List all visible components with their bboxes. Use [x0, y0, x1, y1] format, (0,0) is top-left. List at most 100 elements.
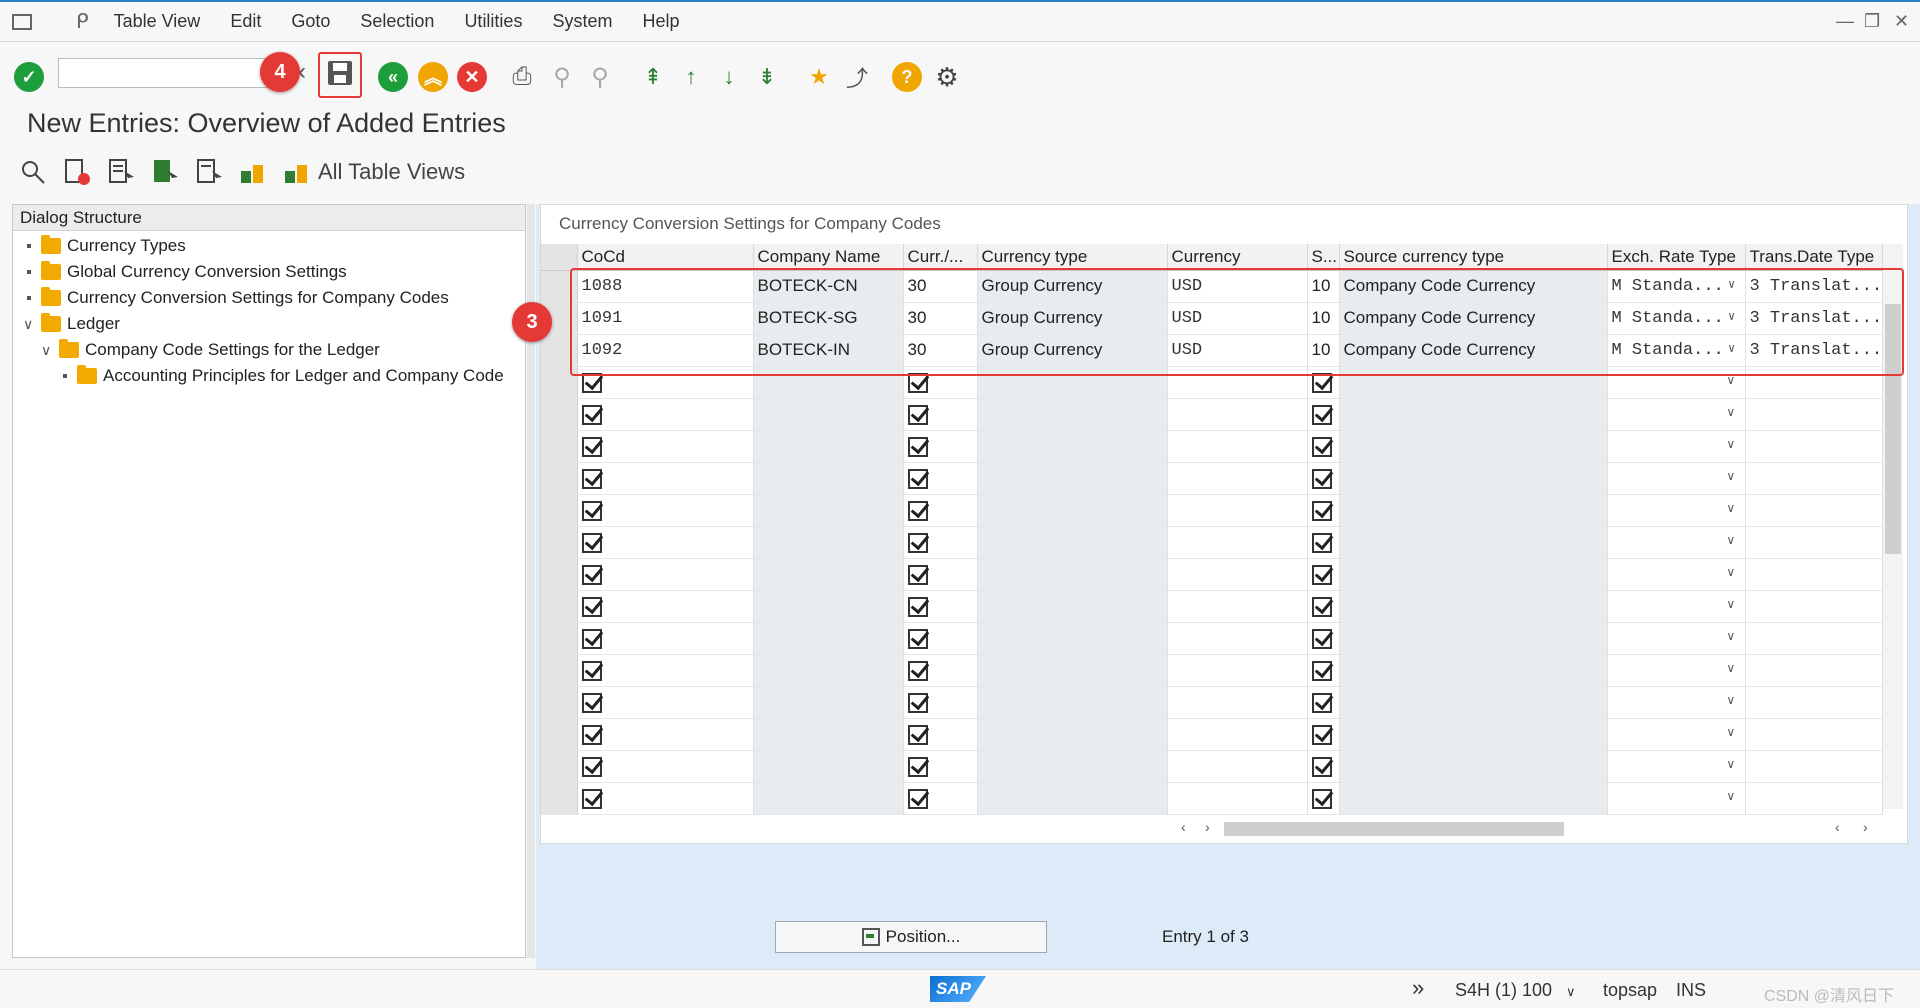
- menu-table-view[interactable]: Table View: [114, 11, 201, 32]
- table-cell[interactable]: Group Currency: [977, 334, 1168, 367]
- column-header-s[interactable]: S...: [1307, 244, 1340, 271]
- empty-cell[interactable]: [753, 750, 904, 783]
- settings-button[interactable]: ⚙: [930, 60, 964, 94]
- table-row[interactable]: ∨: [541, 622, 1884, 655]
- empty-cell[interactable]: [1167, 622, 1308, 655]
- table-cell[interactable]: Company Code Currency: [1339, 302, 1608, 335]
- table-cell[interactable]: M Standa... ∨: [1607, 270, 1746, 303]
- empty-cell[interactable]: ∨: [1607, 622, 1746, 655]
- checkbox-icon[interactable]: [581, 532, 602, 553]
- empty-cell[interactable]: [577, 462, 754, 495]
- empty-cell[interactable]: [1745, 718, 1884, 751]
- empty-cell[interactable]: [903, 782, 978, 815]
- deselect-all-icon[interactable]: [194, 157, 224, 187]
- table-cell[interactable]: 10: [1307, 302, 1340, 335]
- empty-cell[interactable]: [1745, 494, 1884, 527]
- empty-cell[interactable]: [903, 750, 978, 783]
- empty-cell[interactable]: [1745, 590, 1884, 623]
- empty-cell[interactable]: [753, 526, 904, 559]
- chevron-down-icon[interactable]: ∨: [1726, 565, 1739, 579]
- empty-cell[interactable]: [1339, 654, 1608, 687]
- empty-cell[interactable]: [1307, 430, 1340, 463]
- checkbox-icon[interactable]: [1311, 596, 1332, 617]
- table-cell[interactable]: Company Code Currency: [1339, 270, 1608, 303]
- empty-cell[interactable]: ∨: [1607, 430, 1746, 463]
- checkbox-icon[interactable]: [1311, 468, 1332, 489]
- checkbox-icon[interactable]: [907, 660, 928, 681]
- select-block-icon[interactable]: [150, 157, 180, 187]
- table-row[interactable]: ∨: [541, 782, 1884, 815]
- empty-cell[interactable]: [1307, 462, 1340, 495]
- checkbox-icon[interactable]: [581, 628, 602, 649]
- chevron-down-icon[interactable]: ∨: [1726, 501, 1739, 515]
- checkbox-icon[interactable]: [1311, 500, 1332, 521]
- empty-cell[interactable]: [1167, 526, 1308, 559]
- row-selector[interactable]: [541, 366, 578, 399]
- table-cell[interactable]: BOTECK-SG: [753, 302, 904, 335]
- table-cell[interactable]: BOTECK-CN: [753, 270, 904, 303]
- row-selector[interactable]: [541, 398, 578, 431]
- table-cell[interactable]: Group Currency: [977, 270, 1168, 303]
- column-header-exch-rate-type[interactable]: Exch. Rate Type: [1607, 244, 1746, 271]
- table-cell[interactable]: Group Currency: [977, 302, 1168, 335]
- table-cell[interactable]: 30: [903, 270, 978, 303]
- print-button[interactable]: ⎙: [505, 60, 539, 94]
- empty-cell[interactable]: [1167, 782, 1308, 815]
- empty-cell[interactable]: [977, 558, 1168, 591]
- menu-system[interactable]: System: [552, 11, 612, 32]
- checkbox-icon[interactable]: [581, 596, 602, 617]
- empty-cell[interactable]: [903, 526, 978, 559]
- help-button[interactable]: ?: [890, 60, 924, 94]
- table-cell[interactable]: USD: [1167, 334, 1308, 367]
- empty-cell[interactable]: [1167, 590, 1308, 623]
- column-header-trans-date-type[interactable]: Trans.Date Type: [1745, 244, 1884, 271]
- table-cell[interactable]: 1092: [577, 334, 754, 367]
- all-table-views-icon[interactable]: [282, 157, 312, 187]
- empty-cell[interactable]: [1745, 430, 1884, 463]
- empty-cell[interactable]: ∨: [1607, 494, 1746, 527]
- table-cell[interactable]: M Standa... ∨: [1607, 334, 1746, 367]
- empty-cell[interactable]: [1339, 494, 1608, 527]
- checkbox-icon[interactable]: [581, 724, 602, 745]
- chevron-down-icon[interactable]: ∨: [1726, 373, 1739, 387]
- empty-cell[interactable]: [903, 590, 978, 623]
- empty-cell[interactable]: [903, 430, 978, 463]
- table-row[interactable]: ∨: [541, 430, 1884, 463]
- empty-cell[interactable]: [1339, 782, 1608, 815]
- empty-cell[interactable]: ∨: [1607, 462, 1746, 495]
- tree-node-accounting-principles[interactable]: Accounting Principles for Ledger and Com…: [63, 363, 504, 389]
- checkbox-icon[interactable]: [1311, 564, 1332, 585]
- last-page-button[interactable]: ⇟: [750, 60, 784, 94]
- empty-cell[interactable]: ∨: [1607, 750, 1746, 783]
- empty-cell[interactable]: [977, 686, 1168, 719]
- empty-cell[interactable]: [977, 462, 1168, 495]
- row-selector[interactable]: [541, 686, 578, 719]
- empty-cell[interactable]: [903, 718, 978, 751]
- table-row[interactable]: ∨: [541, 366, 1884, 399]
- position-button[interactable]: Position...: [775, 921, 1047, 953]
- checkbox-icon[interactable]: [907, 436, 928, 457]
- table-row[interactable]: 1091 BOTECK-SG 30 Group Currency USD 10 Compan…: [541, 302, 1884, 335]
- empty-cell[interactable]: [903, 366, 978, 399]
- scroll-right-icon[interactable]: ›: [1205, 819, 1210, 835]
- checkbox-icon[interactable]: [581, 372, 602, 393]
- table-cell[interactable]: USD: [1167, 270, 1308, 303]
- empty-cell[interactable]: [753, 462, 904, 495]
- empty-cell[interactable]: [1167, 654, 1308, 687]
- expand-status-icon[interactable]: »: [1412, 975, 1424, 1001]
- next-page-button[interactable]: ↓: [712, 60, 746, 94]
- checkbox-icon[interactable]: [907, 596, 928, 617]
- chevron-down-icon[interactable]: ∨: [1726, 661, 1739, 675]
- chevron-down-icon[interactable]: ∨: [1728, 309, 1739, 328]
- empty-cell[interactable]: [1745, 654, 1884, 687]
- personalize-icon[interactable]: ᑭ: [76, 9, 89, 34]
- chevron-down-icon[interactable]: ∨: [1726, 629, 1739, 643]
- find-button[interactable]: ⚲: [545, 60, 579, 94]
- checkbox-icon[interactable]: [1311, 372, 1332, 393]
- minimize-icon[interactable]: —: [1836, 11, 1854, 32]
- menu-edit[interactable]: Edit: [230, 11, 261, 32]
- column-header-currency[interactable]: Currency: [1167, 244, 1308, 271]
- table-row[interactable]: ∨: [541, 462, 1884, 495]
- row-selector[interactable]: [541, 270, 578, 303]
- empty-cell[interactable]: [753, 686, 904, 719]
